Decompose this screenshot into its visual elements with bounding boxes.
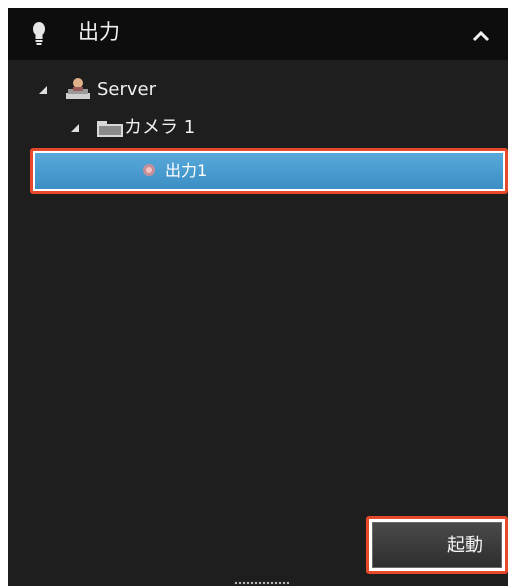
camera-label: カメラ 1 [124, 117, 196, 138]
tree-item-camera[interactable]: カメラ 1 [8, 110, 508, 146]
tree-item-server[interactable]: Server [8, 72, 508, 108]
selection-highlight: 出力1 [35, 153, 503, 189]
panel-header[interactable]: 出力 [8, 8, 508, 60]
resize-grip[interactable] [234, 581, 290, 585]
chevron-up-icon[interactable] [470, 28, 492, 44]
server-icon [66, 78, 90, 99]
start-button-highlight: 起動 [366, 516, 508, 574]
tree-item-output-1[interactable]: 出力1 [30, 148, 508, 194]
output-label: 出力1 [165, 161, 208, 180]
expand-triangle-icon[interactable] [38, 85, 48, 95]
lightbulb-icon [33, 22, 45, 45]
folder-icon [97, 121, 123, 137]
start-button[interactable]: 起動 [372, 522, 502, 568]
output-panel: 出力 Server カメラ 1 出力1 起動 [8, 8, 508, 586]
panel-title: 出力 [78, 20, 120, 44]
server-label: Server [97, 79, 157, 100]
output-icon [143, 164, 155, 176]
expand-triangle-icon[interactable] [70, 123, 80, 133]
